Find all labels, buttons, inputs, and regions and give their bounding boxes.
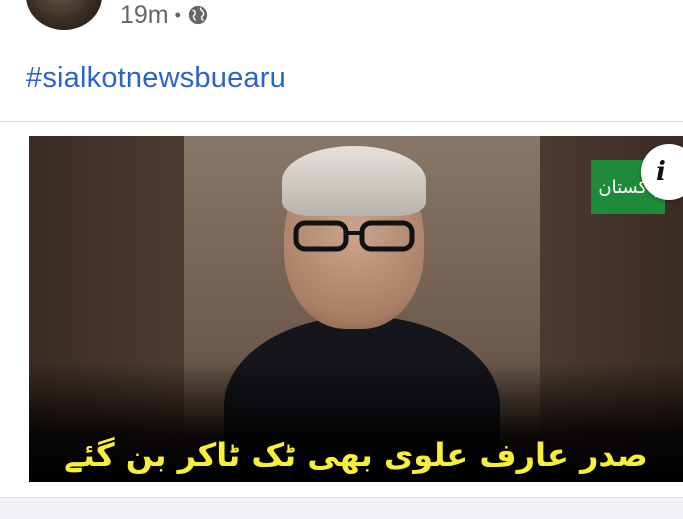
post-timestamp[interactable]: 19m xyxy=(120,1,169,30)
globe-icon xyxy=(187,4,209,26)
post-meta: 19m • xyxy=(120,0,209,30)
post-image[interactable]: پاکستان صدر عارف علوی بھی ٹک ٹاکر بن گئے xyxy=(29,136,683,482)
glasses-icon xyxy=(293,220,415,252)
divider xyxy=(0,121,683,122)
meta-separator: • xyxy=(174,4,181,25)
hashtag-link[interactable]: #sialkotnewsbuearu xyxy=(26,62,286,95)
author-avatar[interactable] xyxy=(26,0,102,30)
footer-bar xyxy=(0,498,683,519)
image-headline: صدر عارف علوی بھی ٹک ٹاکر بن گئے xyxy=(64,436,648,474)
portrait-hair xyxy=(282,146,426,216)
info-icon: i xyxy=(656,157,666,187)
